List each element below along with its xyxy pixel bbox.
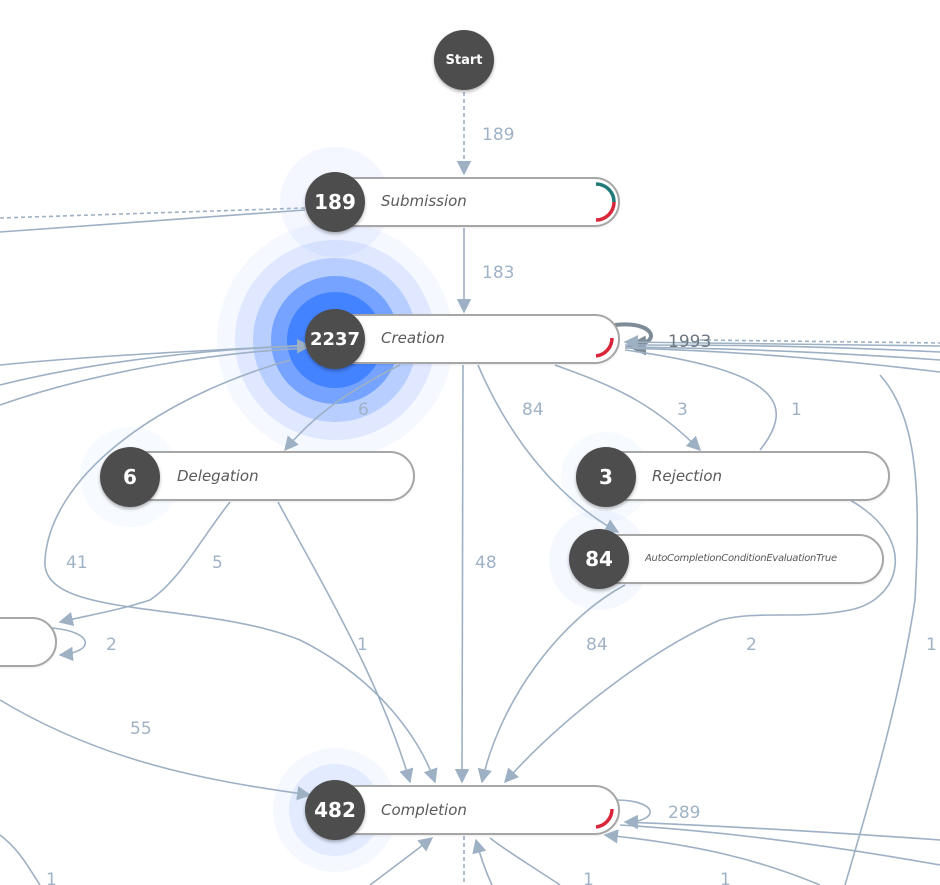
edge-left-submission[interactable] bbox=[0, 209, 306, 233]
count-value: 84 bbox=[585, 547, 613, 571]
edge-label: 84 bbox=[586, 635, 608, 655]
edge-right-completion-3[interactable] bbox=[603, 829, 821, 885]
edge-label: 1 bbox=[926, 635, 937, 655]
activity-label: Creation bbox=[381, 329, 445, 347]
activity-pill[interactable] bbox=[320, 177, 620, 227]
process-map-canvas[interactable]: 189 183 1993 6 84 3 1 41 5 48 2 1 84 2 1… bbox=[0, 0, 940, 885]
activity-label: Submission bbox=[381, 192, 467, 210]
activity-label: Delegation bbox=[177, 467, 259, 485]
edge-right-completion-1[interactable] bbox=[624, 821, 940, 841]
count-value: 482 bbox=[314, 798, 356, 822]
edge-label: 1 bbox=[357, 635, 368, 655]
count-badge: 2237 bbox=[305, 309, 365, 369]
edge-label: 5 bbox=[212, 553, 223, 573]
edge-bottom-left[interactable] bbox=[0, 834, 41, 885]
edge-label: 1 bbox=[583, 870, 594, 885]
activity-label: Rejection bbox=[652, 467, 723, 485]
edge-delegation-completion[interactable] bbox=[277, 501, 414, 784]
edge-label: 6 bbox=[358, 400, 369, 420]
edge-label: 84 bbox=[522, 400, 544, 420]
activity-label: Completion bbox=[381, 801, 467, 819]
edge-label: 289 bbox=[668, 803, 700, 823]
edge-label: 1 bbox=[720, 870, 731, 885]
edge-right-completion-2[interactable] bbox=[619, 824, 940, 866]
status-arc bbox=[595, 337, 614, 358]
edge-left-completion[interactable] bbox=[0, 699, 312, 801]
edge-autocompletion-completion[interactable] bbox=[477, 584, 626, 784]
edge-bottom-completion-2[interactable] bbox=[472, 838, 493, 885]
count-badge: 6 bbox=[100, 447, 160, 507]
count-badge: 482 bbox=[305, 780, 365, 840]
edge-label: 48 bbox=[475, 553, 497, 573]
edge-label: 55 bbox=[130, 719, 152, 739]
activity-pill[interactable] bbox=[320, 314, 620, 364]
edge-label: 1993 bbox=[668, 332, 711, 352]
count-value: 3 bbox=[599, 465, 613, 489]
edge-bottom-completion-3[interactable] bbox=[489, 837, 561, 885]
count-badge: 189 bbox=[305, 172, 365, 232]
status-arc bbox=[595, 182, 616, 222]
count-badge: 3 bbox=[576, 447, 636, 507]
edge-label: 183 bbox=[482, 263, 514, 283]
edge-label: 189 bbox=[482, 125, 514, 145]
status-arc bbox=[595, 808, 614, 829]
edge-creation-completion[interactable] bbox=[454, 364, 470, 784]
start-label: Start bbox=[445, 52, 483, 68]
edge-label: 2 bbox=[746, 635, 757, 655]
edge-label: 3 bbox=[677, 400, 688, 420]
start-node[interactable]: Start bbox=[434, 30, 494, 90]
activity-label: AutoCompletionConditionEvaluationTrue bbox=[645, 553, 837, 564]
count-value: 6 bbox=[123, 465, 137, 489]
edge-rejection-creation[interactable] bbox=[624, 349, 777, 451]
edge-label: 1 bbox=[791, 400, 802, 420]
count-value: 2237 bbox=[309, 328, 361, 350]
count-badge: 84 bbox=[569, 529, 629, 589]
activity-node-offscreen-left[interactable] bbox=[0, 617, 57, 667]
edge-label: 1 bbox=[46, 870, 57, 885]
edge-label: 41 bbox=[66, 553, 88, 573]
activity-pill[interactable] bbox=[320, 785, 620, 835]
count-value: 189 bbox=[314, 190, 356, 214]
edge-completion-self[interactable] bbox=[614, 799, 651, 830]
edge-label: 2 bbox=[106, 635, 117, 655]
activity-pill[interactable] bbox=[115, 451, 415, 501]
edge-right-dashed[interactable] bbox=[699, 339, 940, 344]
